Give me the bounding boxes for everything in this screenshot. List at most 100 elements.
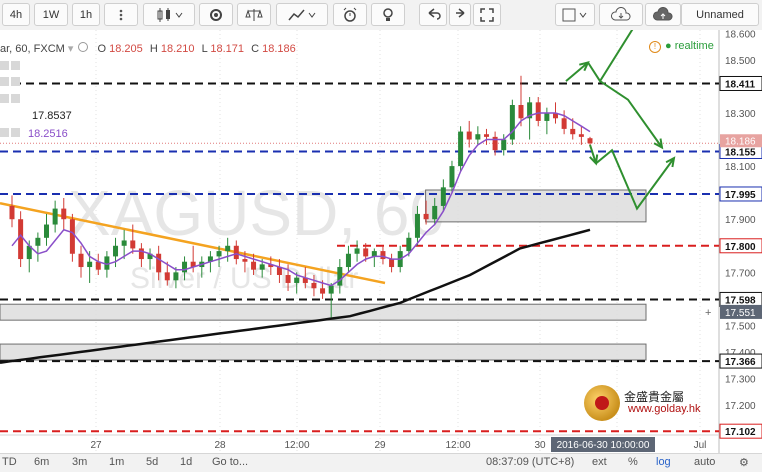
candle-body[interactable] bbox=[440, 187, 446, 206]
goto-button[interactable]: Go to... bbox=[212, 456, 248, 468]
interval-1w-button[interactable]: 1W bbox=[34, 3, 68, 26]
interval-1h-button[interactable]: 1h bbox=[72, 3, 100, 26]
candle-body[interactable] bbox=[570, 128, 576, 135]
clock-label: 08:37:09 (UTC+8) bbox=[486, 456, 575, 468]
legend-control-icon[interactable] bbox=[11, 76, 20, 86]
candle-body[interactable] bbox=[121, 240, 127, 246]
candle-body[interactable] bbox=[544, 112, 550, 121]
legend-controls-row-2 bbox=[0, 76, 22, 87]
candle-body[interactable] bbox=[294, 277, 300, 283]
alert-button[interactable] bbox=[333, 3, 367, 26]
ideas-button[interactable] bbox=[371, 3, 405, 26]
chart-name-button[interactable]: Unnamed bbox=[681, 3, 759, 26]
percent-button[interactable]: % bbox=[628, 456, 638, 468]
candle-body[interactable] bbox=[337, 267, 343, 286]
candle-body[interactable] bbox=[104, 256, 110, 270]
level-price-tag-label: 17.366 bbox=[725, 357, 756, 368]
drawing-toggle-button[interactable] bbox=[555, 3, 595, 26]
candle-body[interactable] bbox=[69, 219, 75, 254]
candle-body[interactable] bbox=[389, 259, 395, 268]
chart-style-button[interactable] bbox=[143, 3, 195, 26]
legend-control-icon[interactable] bbox=[11, 60, 20, 70]
interval-dropdown-button[interactable] bbox=[104, 3, 138, 26]
candle-body[interactable] bbox=[233, 245, 239, 260]
settings-button[interactable] bbox=[199, 3, 233, 26]
candle-body[interactable] bbox=[380, 251, 386, 260]
candle-body[interactable] bbox=[113, 245, 119, 257]
candle-body[interactable] bbox=[432, 205, 438, 220]
log-button[interactable]: log bbox=[656, 456, 671, 468]
candle-body[interactable] bbox=[328, 285, 334, 294]
candle-body[interactable] bbox=[518, 105, 524, 119]
ext-button[interactable]: ext bbox=[592, 456, 607, 468]
legend-control-icon[interactable] bbox=[0, 76, 9, 86]
candle-body[interactable] bbox=[320, 288, 326, 294]
candle-body[interactable] bbox=[18, 219, 24, 260]
candle-body[interactable] bbox=[225, 245, 231, 252]
auto-button[interactable]: auto bbox=[694, 456, 715, 468]
candle-body[interactable] bbox=[130, 240, 136, 249]
range-6m-button[interactable]: 6m bbox=[34, 456, 49, 468]
support-zone-box[interactable] bbox=[0, 343, 647, 361]
candle-body[interactable] bbox=[156, 253, 162, 273]
interval-4h-button[interactable]: 4h bbox=[2, 3, 30, 26]
candle-body[interactable] bbox=[414, 213, 420, 238]
candle-body[interactable] bbox=[259, 264, 265, 270]
candle-body[interactable] bbox=[458, 131, 464, 167]
chevron-down-icon[interactable]: ▾ bbox=[68, 43, 74, 55]
load-layout-button[interactable] bbox=[599, 3, 643, 26]
candle-body[interactable] bbox=[44, 224, 50, 238]
legend-control-icon[interactable] bbox=[11, 127, 20, 137]
legend-control-icon[interactable] bbox=[0, 127, 9, 137]
range-5d-button[interactable]: 5d bbox=[146, 456, 158, 468]
candle-body[interactable] bbox=[173, 272, 179, 281]
candle-body[interactable] bbox=[182, 261, 188, 273]
candle-body[interactable] bbox=[35, 237, 41, 246]
candle-body[interactable] bbox=[406, 237, 412, 252]
candle-body[interactable] bbox=[285, 275, 291, 283]
bottom-settings-icon[interactable]: ⚙ bbox=[739, 456, 749, 469]
range-1d-button[interactable]: 1d bbox=[180, 456, 192, 468]
candle-body[interactable] bbox=[52, 208, 58, 225]
range-3m-button[interactable]: 3m bbox=[72, 456, 87, 468]
legend-control-icon[interactable] bbox=[11, 93, 20, 103]
candle-body[interactable] bbox=[483, 134, 489, 137]
candle-body[interactable] bbox=[466, 131, 472, 140]
candle-body[interactable] bbox=[475, 134, 481, 140]
support-zone-box[interactable] bbox=[0, 303, 647, 321]
candle-body[interactable] bbox=[354, 248, 360, 254]
candle-body[interactable] bbox=[363, 248, 369, 257]
info-icon[interactable]: ! bbox=[649, 41, 661, 53]
candle-body[interactable] bbox=[561, 118, 567, 129]
candle-body[interactable] bbox=[164, 272, 170, 281]
candle-body[interactable] bbox=[423, 213, 429, 220]
save-layout-button[interactable] bbox=[645, 3, 681, 26]
candle-body[interactable] bbox=[251, 261, 257, 270]
fullscreen-button[interactable] bbox=[473, 3, 501, 26]
candle-body[interactable] bbox=[61, 208, 67, 220]
redo-button[interactable] bbox=[449, 3, 471, 26]
candle-body[interactable] bbox=[371, 251, 377, 257]
candle-body[interactable] bbox=[216, 251, 222, 257]
compare-button[interactable] bbox=[237, 3, 271, 26]
legend-control-icon[interactable] bbox=[0, 60, 9, 70]
legend-control-icon[interactable] bbox=[0, 93, 9, 103]
candle-body[interactable] bbox=[501, 139, 507, 151]
candle-body[interactable] bbox=[242, 259, 248, 262]
indicators-button[interactable] bbox=[276, 3, 328, 26]
add-alert-plus-icon[interactable]: + bbox=[705, 307, 711, 319]
candle-body[interactable] bbox=[449, 166, 455, 188]
candle-body[interactable] bbox=[9, 205, 15, 220]
candle-body[interactable] bbox=[535, 102, 541, 121]
candle-body[interactable] bbox=[509, 105, 515, 140]
candle-body[interactable] bbox=[78, 253, 84, 268]
logo-url[interactable]: www.golday.hk bbox=[628, 403, 701, 415]
candle-body[interactable] bbox=[138, 248, 144, 260]
range-1m-button[interactable]: 1m bbox=[109, 456, 124, 468]
undo-button[interactable] bbox=[419, 3, 447, 26]
candle-body[interactable] bbox=[345, 253, 351, 268]
candle-body[interactable] bbox=[311, 282, 317, 289]
candle-body[interactable] bbox=[578, 134, 584, 137]
candle-body[interactable] bbox=[587, 138, 593, 144]
candle-body[interactable] bbox=[87, 261, 93, 268]
